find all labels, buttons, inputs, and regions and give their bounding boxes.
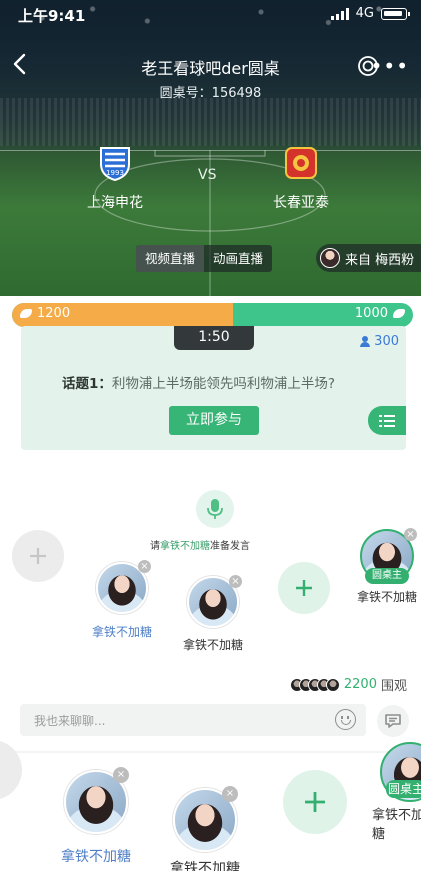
away-team: 长春亚泰 (256, 144, 346, 212)
screen: 上午9:41 4G 老王看球吧der圆桌 圆桌号：156498 ••• 1993… (0, 0, 421, 871)
add-seat-button-left[interactable] (12, 530, 64, 582)
close-icon[interactable]: × (222, 786, 238, 802)
viewers-value: 2200 (343, 677, 377, 692)
quiz-question: 话题1：利物浦上半场能领先吗利物浦上半场? (62, 372, 335, 392)
topic-prefix: 话题1： (62, 376, 112, 392)
list-icon (379, 414, 395, 427)
add-seat-button-left-dup[interactable] (0, 740, 22, 800)
host-name: 拿铁不加糖 (356, 590, 417, 604)
chat-input[interactable]: 我也来聊聊... (20, 704, 366, 736)
away-team-name: 长春亚泰 (273, 195, 329, 211)
seat-name-2: 拿铁不加糖 (182, 638, 243, 652)
signal-icon (330, 7, 349, 20)
vote-bar: 1200 1000 (12, 303, 413, 327)
vote-right-count: 1000 (354, 306, 388, 321)
mic-button[interactable] (196, 490, 234, 528)
viewer-avatars (289, 677, 340, 692)
vote-right[interactable]: 1000 (355, 306, 405, 321)
mic-hint: 请拿铁不加糖准备发言 (150, 537, 250, 552)
close-icon[interactable]: × (113, 767, 129, 783)
status-indicators: 4G (330, 6, 410, 21)
question-text: 利物浦上半场能领先吗利物浦上半场? (111, 376, 336, 392)
participants-value: 300 (374, 334, 399, 349)
home-team-logo-icon: 1993 (100, 147, 130, 182)
vote-left[interactable]: 1200 (20, 306, 70, 321)
add-seat-button-dup[interactable] (283, 770, 347, 834)
vote-left-count: 1200 (37, 306, 71, 321)
message-icon (385, 714, 401, 728)
room-number: 圆桌号：156498 (159, 86, 262, 101)
battery-icon (381, 7, 410, 20)
participants-count: 300 (360, 334, 399, 349)
source-label: 来自 梅西粉 (345, 252, 415, 268)
network-type: 4G (355, 6, 374, 21)
source-pill[interactable]: 来自 梅西粉 (316, 244, 421, 272)
seat-name-1-dup: 拿铁不加糖 (61, 849, 131, 865)
away-team-logo-icon (285, 147, 317, 179)
plus-icon (296, 580, 312, 596)
viewers-count[interactable]: 2200 围观 (289, 675, 407, 694)
seat-name-2-dup: 拿铁不加糖 (170, 861, 240, 871)
emoji-icon[interactable] (335, 709, 356, 730)
message-button[interactable] (377, 705, 409, 737)
more-dots-icon: ••• (370, 54, 409, 78)
join-button[interactable]: 立即参与 (169, 406, 259, 435)
divider (0, 751, 421, 753)
tab-animation-live[interactable]: 动画直播 (204, 245, 272, 272)
svg-text:1993: 1993 (106, 169, 124, 177)
host-badge: 圆桌主 (365, 568, 409, 584)
stadium-crowd (0, 98, 421, 146)
seat-name-1: 拿铁不加糖 (91, 625, 152, 639)
status-time: 上午9:41 (18, 7, 86, 25)
mic-hint-name: 拿铁不加糖 (160, 541, 210, 552)
tab-video-live[interactable]: 视频直播 (136, 245, 205, 272)
chat-placeholder: 我也来聊聊... (34, 714, 106, 728)
countdown-timer: 1:50 (174, 326, 254, 350)
leaf-icon (20, 309, 32, 318)
close-icon[interactable]: × (229, 575, 242, 588)
close-icon[interactable]: × (138, 560, 151, 573)
person-icon (360, 336, 371, 347)
close-icon[interactable]: × (404, 528, 417, 541)
viewers-label: 围观 (380, 679, 407, 694)
add-seat-button[interactable] (278, 562, 330, 614)
live-mode-tabs: 视频直播 动画直播 (136, 245, 273, 272)
home-team: 1993 上海申花 (70, 144, 160, 212)
source-avatar (320, 248, 340, 268)
more-button[interactable]: ••• (371, 54, 409, 78)
vs-label: VS (198, 167, 217, 183)
plus-icon (305, 792, 325, 812)
home-team-name: 上海申花 (87, 195, 143, 211)
microphone-icon (207, 499, 223, 519)
mic-hint-suffix: 准备发言 (210, 541, 250, 552)
host-name-dup: 拿铁不加糖 (372, 808, 421, 842)
plus-icon (30, 548, 46, 564)
topic-list-button[interactable] (368, 406, 406, 435)
match-header: 上午9:41 4G 老王看球吧der圆桌 圆桌号：156498 ••• 1993… (0, 0, 421, 296)
status-bar: 上午9:41 4G (0, 0, 421, 28)
host-badge-dup: 圆桌主 (386, 780, 421, 798)
leaf-icon (393, 309, 405, 318)
mic-hint-prefix: 请 (150, 541, 160, 552)
